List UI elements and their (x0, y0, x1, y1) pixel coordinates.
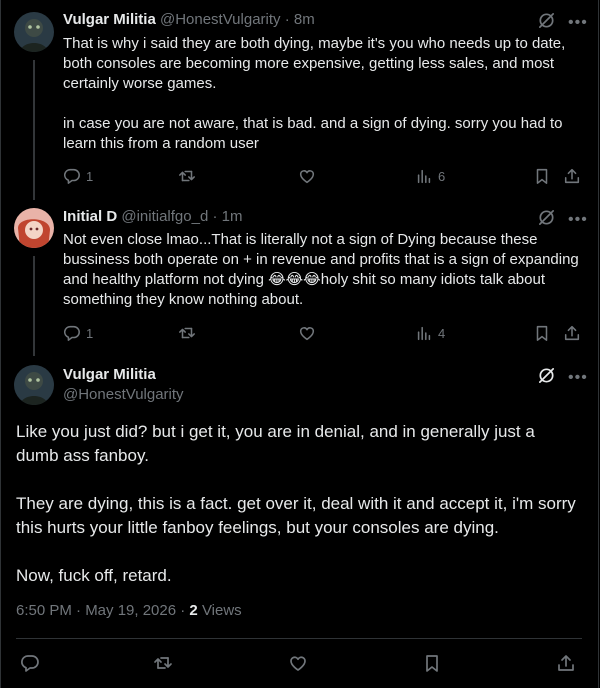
grok-icon[interactable] (537, 366, 556, 390)
more-icon[interactable]: ••• (568, 15, 588, 31)
thread-line (33, 60, 35, 200)
like-icon (290, 656, 306, 671)
tweet-text: That is why i said they are both dying, … (63, 34, 583, 154)
main-tweet-header: Vulgar Militia @HonestVulgarity (63, 365, 184, 405)
views-count: 2 (189, 602, 198, 619)
display-name[interactable]: Initial D (63, 208, 117, 225)
grok-icon[interactable] (537, 11, 556, 35)
tweet-time[interactable]: 1m (222, 208, 243, 225)
reply-icon (63, 325, 80, 341)
reply-icon (21, 655, 39, 672)
reply-count: 1 (86, 325, 94, 341)
timeline-border-right (598, 0, 599, 688)
views-count: 4 (438, 325, 446, 341)
views-icon (417, 169, 431, 184)
retweet-button[interactable] (153, 653, 173, 673)
tweet-paragraph: Like you just did? but i get it, you are… (16, 422, 535, 465)
reply-count: 1 (86, 168, 94, 184)
main-tweet-text: Like you just did? but i get it, you are… (16, 420, 576, 612)
retweet-icon (179, 170, 195, 182)
tweet-meta: 6:50 PM · May 19, 2026 · 2 Views (16, 602, 242, 619)
retweet-icon (154, 657, 172, 669)
timeline-border-left (0, 0, 1, 688)
tweet-paragraph: Now, fuck off, retard. (16, 566, 172, 585)
tweet-paragraph: That is why i said they are both dying, … (63, 35, 566, 92)
more-icon[interactable]: ••• (568, 212, 588, 228)
bookmark-icon (536, 168, 548, 184)
retweet-button[interactable] (178, 323, 196, 343)
views-icon (417, 326, 431, 341)
like-button[interactable] (288, 653, 308, 673)
share-icon (564, 168, 580, 184)
retweet-icon (179, 327, 195, 339)
handle[interactable]: @HonestVulgarity (160, 11, 281, 28)
share-button[interactable] (556, 653, 576, 673)
tweet-text: Not even close lmao...That is literally … (63, 230, 583, 310)
display-name[interactable]: Vulgar Militia (63, 365, 184, 385)
reply-button[interactable] (20, 653, 40, 673)
avatar[interactable] (14, 365, 54, 405)
tweet-paragraph: in case you are not aware, that is bad. … (63, 115, 563, 152)
share-icon (558, 655, 574, 671)
tweet-paragraph: Not even close lmao...That is literally … (63, 231, 579, 308)
share-button[interactable] (563, 323, 581, 343)
reply-button[interactable]: 1 (63, 323, 93, 343)
avatar[interactable] (14, 12, 54, 52)
thread-line (33, 256, 35, 356)
timestamp[interactable]: 6:50 PM · May 19, 2026 · (16, 602, 189, 619)
bookmark-button[interactable] (533, 323, 551, 343)
views-label: Views (201, 602, 242, 619)
display-name[interactable]: Vulgar Militia (63, 11, 156, 28)
like-icon (299, 327, 315, 341)
tweet-actions: 1 6 (63, 166, 583, 186)
bookmark-icon (426, 655, 438, 672)
tweet-top-icons: ••• (537, 366, 588, 390)
bookmark-button[interactable] (422, 653, 442, 673)
bookmark-button[interactable] (533, 166, 551, 186)
tweet-header: Vulgar Militia @HonestVulgarity · 8m (63, 11, 315, 28)
share-button[interactable] (563, 166, 581, 186)
tweet-top-icons: ••• (537, 208, 588, 232)
share-icon (564, 325, 580, 341)
handle[interactable]: @initialfgo_d (121, 208, 208, 225)
tweet-top-icons: ••• (537, 11, 588, 35)
like-button[interactable] (298, 166, 316, 186)
reply-icon (63, 168, 80, 184)
views-count: 6 (438, 168, 446, 184)
views-button[interactable]: 6 (415, 166, 445, 186)
retweet-button[interactable] (178, 166, 196, 186)
main-tweet-actions (20, 653, 580, 673)
like-icon (299, 170, 315, 184)
reply-button[interactable]: 1 (63, 166, 93, 186)
tweet-paragraph: They are dying, this is a fact. get over… (16, 494, 576, 537)
handle[interactable]: @HonestVulgarity (63, 385, 184, 405)
tweet-header: Initial D @initialfgo_d · 1m (63, 208, 243, 225)
tweet-actions: 1 4 (63, 323, 583, 343)
like-button[interactable] (298, 323, 316, 343)
grok-icon[interactable] (537, 208, 556, 232)
more-icon[interactable]: ••• (568, 370, 588, 386)
bookmark-icon (536, 325, 548, 341)
avatar[interactable] (14, 208, 54, 248)
divider (16, 638, 582, 639)
views-button[interactable]: 4 (415, 323, 445, 343)
tweet-time[interactable]: 8m (294, 11, 315, 28)
